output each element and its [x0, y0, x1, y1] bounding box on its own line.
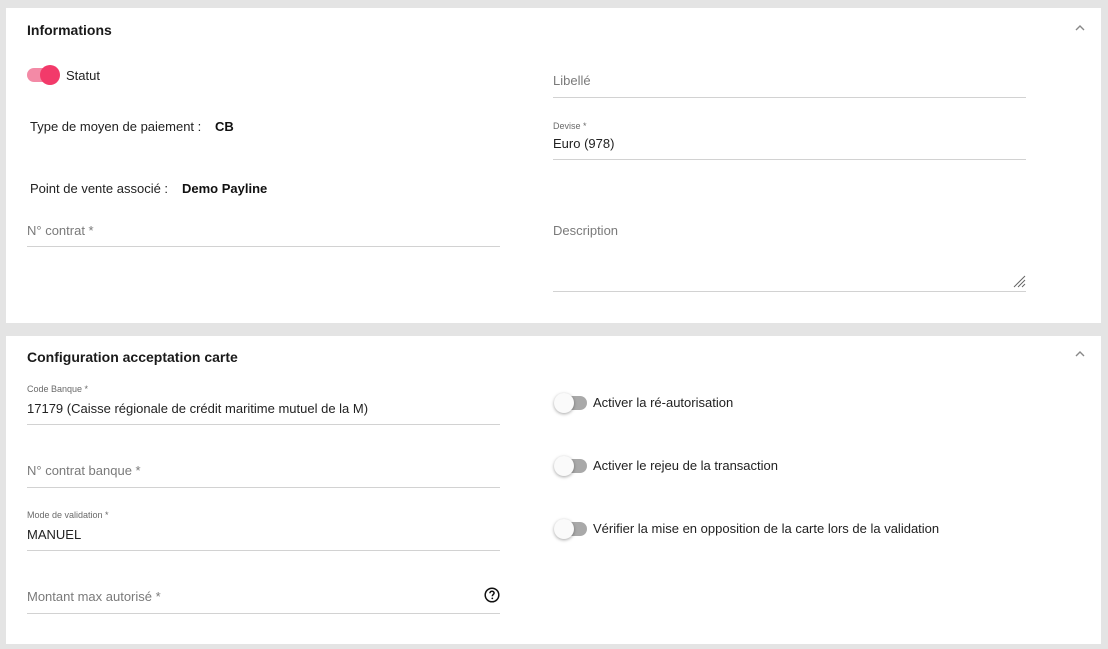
rejeu-toggle[interactable] [554, 456, 587, 476]
contrat-input[interactable]: N° contrat * [27, 212, 500, 247]
contrat-banque-placeholder: N° contrat banque * [27, 463, 141, 478]
devise-label: Devise * [553, 121, 587, 131]
contrat-banque-input[interactable]: N° contrat banque * [27, 452, 500, 488]
type-moyen-paiement-label: Type de moyen de paiement : [30, 119, 202, 134]
informations-panel: Informations Statut Type de moyen de pai… [6, 8, 1101, 323]
opposition-label: Vérifier la mise en opposition de la car… [593, 521, 940, 536]
collapse-configuration-chevron-up-icon[interactable] [1073, 347, 1087, 361]
point-de-vente-value: Demo Payline [182, 181, 268, 196]
reautorisation-label: Activer la ré-autorisation [593, 395, 734, 410]
montant-max-input[interactable]: Montant max autorisé * [27, 577, 500, 614]
description-placeholder: Description [553, 223, 619, 238]
collapse-informations-chevron-up-icon[interactable] [1073, 21, 1087, 35]
montant-max-placeholder: Montant max autorisé * [27, 589, 161, 604]
statut-label: Statut [66, 68, 100, 83]
rejeu-label: Activer le rejeu de la transaction [593, 458, 778, 473]
contrat-placeholder: N° contrat * [27, 223, 94, 238]
code-banque-select[interactable]: Code Banque * 17179 (Caisse régionale de… [27, 384, 500, 425]
libelle-placeholder: Libellé [553, 73, 591, 88]
configuration-panel: Configuration acceptation carte Code Ban… [6, 336, 1101, 644]
resize-handle-icon[interactable] [1012, 274, 1026, 288]
mode-validation-value: MANUEL [27, 527, 82, 542]
mode-validation-label: Mode de validation * [27, 510, 109, 520]
opposition-toggle[interactable] [554, 519, 587, 539]
description-textarea[interactable]: Description [553, 212, 1026, 292]
point-de-vente-label: Point de vente associé : [30, 181, 169, 196]
devise-select[interactable]: Devise * Euro (978) [553, 121, 1026, 160]
help-icon[interactable] [484, 587, 500, 603]
mode-validation-select[interactable]: Mode de validation * MANUEL [27, 510, 500, 551]
reautorisation-toggle[interactable] [554, 393, 587, 413]
code-banque-value: 17179 (Caisse régionale de crédit mariti… [27, 401, 369, 416]
statut-toggle[interactable] [27, 65, 60, 85]
configuration-title: Configuration acceptation carte [27, 349, 238, 365]
code-banque-label: Code Banque * [27, 384, 89, 394]
informations-title: Informations [27, 22, 112, 38]
libelle-input[interactable]: Libellé [553, 62, 1026, 98]
devise-value: Euro (978) [553, 136, 615, 151]
type-moyen-paiement-value: CB [215, 119, 234, 134]
